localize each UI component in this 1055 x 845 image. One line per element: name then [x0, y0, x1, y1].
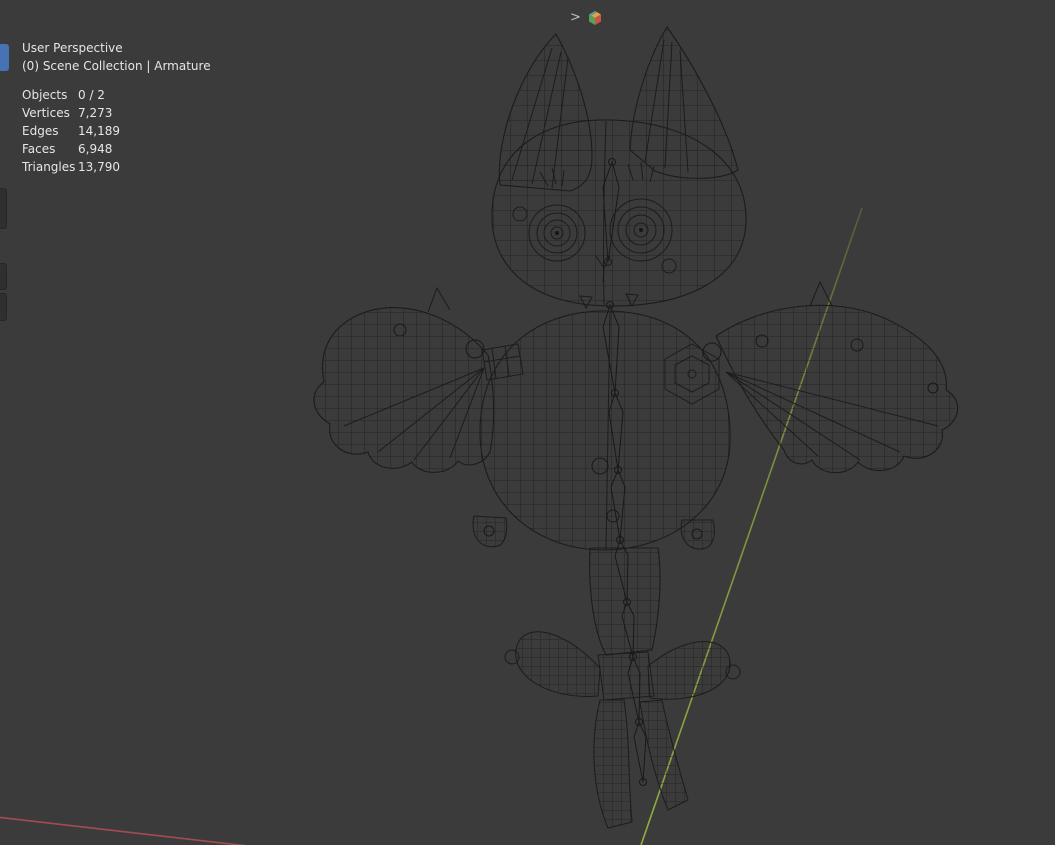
sidebar-tab-collapsed-3[interactable]: [0, 293, 7, 321]
bat-head: [491, 119, 747, 307]
stat-label: Objects: [22, 88, 68, 102]
stat-value: 14,189: [78, 124, 120, 138]
stat-value: 6,948: [78, 142, 113, 156]
stat-label: Vertices: [22, 106, 70, 120]
bat-left-eye: [528, 204, 586, 262]
active-collection-label: (0) Scene Collection | Armature: [22, 59, 211, 73]
sidebar-tab-collapsed-2[interactable]: [0, 263, 7, 290]
sidebar-tab-collapsed-1[interactable]: [0, 188, 7, 229]
wireframe-model: [313, 26, 959, 829]
sidebar-tab-active[interactable]: [0, 44, 9, 71]
stat-row-vertices: Vertices 7,273: [22, 104, 211, 122]
bat-right-foot: [680, 519, 715, 550]
bat-left-foot: [472, 515, 508, 548]
stat-label: Triangles: [22, 160, 76, 174]
stat-row-objects: Objects 0 / 2: [22, 86, 211, 104]
stat-label: Edges: [22, 124, 59, 138]
stat-row-edges: Edges 14,189: [22, 122, 211, 140]
scene-statistics: Objects 0 / 2 Vertices 7,273 Edges 14,18…: [22, 86, 211, 176]
stat-row-triangles: Triangles 13,790: [22, 158, 211, 176]
expand-header-chevron[interactable]: >: [570, 9, 581, 27]
stat-label: Faces: [22, 142, 56, 156]
view-perspective-label: User Perspective: [22, 41, 123, 55]
stat-value: 7,273: [78, 106, 113, 120]
stat-value: 0 / 2: [78, 88, 105, 102]
bow: [504, 631, 741, 829]
bow-right-ribbon: [639, 699, 689, 811]
scene-cube-icon[interactable]: [587, 10, 603, 26]
bow-left-ribbon: [593, 699, 633, 829]
stat-value: 13,790: [78, 160, 120, 174]
stat-row-faces: Faces 6,948: [22, 140, 211, 158]
bat-body: [479, 310, 731, 551]
collapsed-header: >: [570, 9, 603, 27]
viewport-overlay: User Perspective (0) Scene Collection | …: [22, 39, 211, 176]
bat-tail-column: [589, 547, 661, 656]
axis-line-red: [0, 816, 247, 845]
